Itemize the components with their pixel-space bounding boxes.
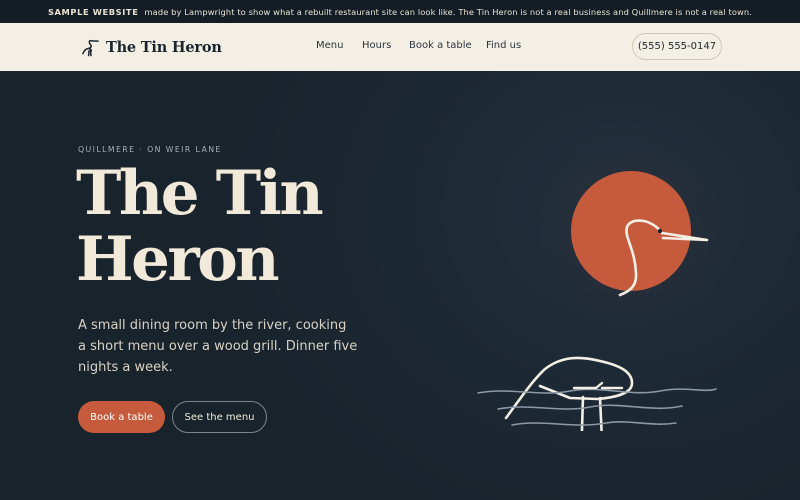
banner-tag: SAMPLE WEBSITE	[47, 6, 139, 17]
location-eyebrow: QUILLMERE · ON WEIR LANE	[78, 145, 222, 154]
heron-icon	[82, 39, 99, 57]
brand-name: The Tin Heron	[106, 38, 222, 56]
see-menu-button[interactable]: See the menu	[172, 401, 267, 433]
book-table-button[interactable]: Book a table	[78, 401, 165, 433]
phone-button[interactable]: (555) 555-0147	[632, 33, 722, 60]
nav-link-hours[interactable]: Hours	[362, 40, 391, 51]
brand-logo[interactable]: The Tin Heron	[81, 37, 222, 57]
nav-link-find-us[interactable]: Find us	[486, 40, 521, 51]
nav-link-menu[interactable]: Menu	[316, 40, 343, 51]
sun-circle	[571, 171, 691, 291]
heron-feet	[572, 381, 624, 390]
hero-title: The Tin Heron	[76, 158, 324, 295]
sample-website-banner: SAMPLE WEBSITE made by Lampwright to sho…	[0, 0, 800, 23]
hero-section: QUILLMERE · ON WEIR LANE The Tin Heron A…	[0, 71, 800, 500]
nav-link-book-a-table[interactable]: Book a table	[409, 40, 472, 51]
banner-text: made by Lampwright to show what a rebuil…	[144, 6, 753, 17]
heron-eye	[657, 228, 663, 234]
site-header: The Tin Heron Menu Hours Book a table Fi…	[0, 23, 800, 71]
hero-lead: A small dining room by the river, cookin…	[78, 318, 358, 375]
